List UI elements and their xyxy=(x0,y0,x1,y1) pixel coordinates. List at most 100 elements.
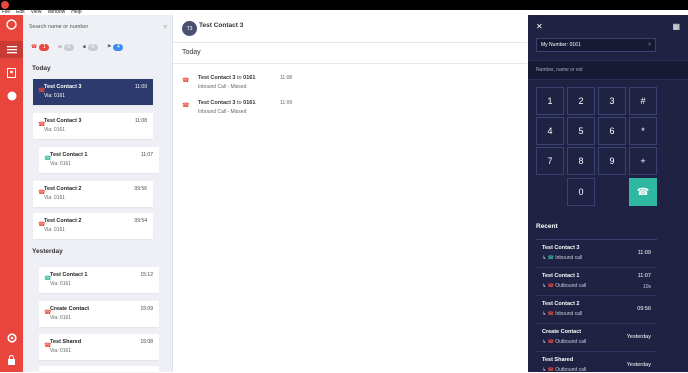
contact-name: Test Contact 3 xyxy=(44,118,82,124)
key-0[interactable]: 0 xyxy=(567,178,595,206)
chat-icon: ■ xyxy=(82,44,86,50)
inbound-call-icon: ☎ xyxy=(547,255,554,261)
list-item[interactable]: ☎ Test Contact 2 Via: 0161 09:54 xyxy=(33,213,153,239)
voicemail-filter[interactable]: ∞ 0 xyxy=(58,43,74,51)
call-button[interactable]: ☎ xyxy=(629,178,657,206)
missed-count: 1 xyxy=(39,43,50,51)
section-today: Today xyxy=(182,49,201,56)
key-6[interactable]: 6 xyxy=(598,117,626,145)
list-item[interactable]: ☎ Test Contact 2 Via: 0161 09:56 xyxy=(33,181,153,207)
section-yesterday: Yesterday xyxy=(32,248,63,255)
key-hash[interactable]: # xyxy=(629,87,657,115)
history-icon[interactable] xyxy=(0,41,23,58)
dialer-panel: ✕ ▦ My Number: 0161 ˅ Number, name or ex… xyxy=(528,15,688,373)
key-9[interactable]: 9 xyxy=(598,147,626,175)
outbound-call-icon: ☎ xyxy=(547,367,554,373)
contact-name: Test Contact 1 xyxy=(50,152,88,158)
chat-filter[interactable]: ■ 0 xyxy=(82,43,98,51)
event-line: Test Contact 3 to 0161 xyxy=(198,100,256,106)
call-history-panel: Search name or number ▿ ☎ 1 ∞ 0 ■ 0 ⚑ 4 … xyxy=(23,15,173,372)
recent-type: ↳ ☎ Inbound call xyxy=(542,311,583,317)
key-1[interactable]: 1 xyxy=(536,87,564,115)
app-home-icon[interactable] xyxy=(6,19,17,30)
event-time: 11:09 xyxy=(280,100,293,106)
phone-icon: ☎ xyxy=(636,186,650,198)
recent-type: ↳ ☎ Outbound call xyxy=(542,283,587,289)
search-input[interactable]: Search name or number xyxy=(29,24,88,30)
list-item[interactable]: ☎ Test Contact 1 Via: 0161 15:12 xyxy=(39,267,159,293)
key-2[interactable]: 2 xyxy=(567,87,595,115)
via-number: Via: 0161 xyxy=(44,93,66,99)
key-plus[interactable]: + xyxy=(629,147,657,175)
key-7[interactable]: 7 xyxy=(536,147,564,175)
recent-row[interactable]: Test Contact 2 ↳ ☎ Inbound call 09:56 xyxy=(536,296,657,324)
list-item[interactable]: ☎ Test Contact 1 Via: 0161 11:07 xyxy=(39,147,159,173)
lock-icon[interactable] xyxy=(6,354,17,365)
contact-name: Test Contact 1 xyxy=(50,272,88,278)
chat-icon[interactable] xyxy=(6,90,17,101)
recent-name: Test Contact 3 xyxy=(542,245,580,251)
section-today: Today xyxy=(32,65,51,72)
call-time: 11:07 xyxy=(140,152,153,158)
call-time: 11:08 xyxy=(134,118,147,124)
missed-filter[interactable]: ☎ 1 xyxy=(31,43,50,51)
key-star[interactable]: * xyxy=(629,117,657,145)
key-3[interactable]: 3 xyxy=(598,87,626,115)
list-item[interactable]: ☎ Create Contact Via: 0161 15:09 xyxy=(39,301,159,327)
conversation-panel: T3 Test Contact 3 Today ☎ Test Contact 3… xyxy=(173,15,527,372)
dialer-header: ✕ ▦ xyxy=(528,15,688,39)
voicemail-icon: ∞ xyxy=(58,44,62,50)
divider xyxy=(173,63,527,64)
via-number: Via: 0161 xyxy=(44,127,66,133)
recent-heading: Recent xyxy=(536,223,558,230)
via-number: Via: 0161 xyxy=(50,348,72,354)
list-item[interactable]: ☎ Test Shared Via: 0161 15:08 xyxy=(39,334,159,360)
via-number: Via: 0161 xyxy=(50,315,72,321)
missed-call-icon: ☎ xyxy=(182,78,190,84)
contacts-icon[interactable] xyxy=(6,67,17,78)
flag-icon: ⚑ xyxy=(106,44,112,50)
list-item[interactable] xyxy=(39,366,159,372)
my-number-select[interactable]: My Number: 0161 ˅ xyxy=(536,38,656,52)
list-item[interactable]: ☎ Test Contact 3 Via: 0161 11:08 xyxy=(33,113,153,139)
my-number-label: My Number: 0161 xyxy=(541,42,581,48)
key-4[interactable]: 4 xyxy=(536,117,564,145)
recent-time: 11:07 xyxy=(637,273,651,279)
recent-row[interactable]: Test Contact 3 ↳ ☎ Inbound call 11:09 xyxy=(536,240,657,268)
list-item[interactable]: ☎ Test Contact 3 Via: 0161 11:09 xyxy=(33,79,153,105)
contact-name: Test Contact 3 xyxy=(44,84,82,90)
recent-row[interactable]: Test Contact 1 ↳ ☎ Outbound call 11:07 1… xyxy=(536,268,657,296)
recent-name: Create Contact xyxy=(542,329,582,335)
key-5[interactable]: 5 xyxy=(567,117,595,145)
recent-type: ↳ ☎ Outbound call xyxy=(542,367,587,373)
call-time: 11:09 xyxy=(134,84,147,90)
flag-filter[interactable]: ⚑ 4 xyxy=(106,43,124,51)
conversation-header: T3 Test Contact 3 xyxy=(173,15,527,43)
keypad-grid-icon[interactable]: ▦ xyxy=(672,22,680,31)
page-title: Test Contact 3 xyxy=(199,22,244,29)
missed-call-icon: ☎ xyxy=(182,103,190,109)
outbound-call-icon: ☎ xyxy=(547,283,554,289)
recent-row[interactable]: Create Contact ↳ ☎ Outbound call Yesterd… xyxy=(536,324,657,352)
filter-chips: ☎ 1 ∞ 0 ■ 0 ⚑ 4 xyxy=(31,42,124,52)
close-icon[interactable]: ✕ xyxy=(536,22,543,31)
recent-time: Yesterday xyxy=(626,334,651,340)
number-input[interactable]: Number, name or ext xyxy=(528,60,688,80)
missed-icon: ☎ xyxy=(31,44,38,50)
contact-name: Test Contact 2 xyxy=(44,186,82,192)
flag-count: 4 xyxy=(113,43,124,51)
filter-icon[interactable]: ▿ xyxy=(163,23,167,31)
avatar: T3 xyxy=(182,21,197,36)
via-number: Via: 0161 xyxy=(44,195,66,201)
event-type: Inbound Call - Missed xyxy=(198,109,247,115)
key-8[interactable]: 8 xyxy=(567,147,595,175)
recent-row[interactable]: Test Shared ↳ ☎ Outbound call Yesterday xyxy=(536,352,657,373)
recent-type: ↳ ☎ Inbound call xyxy=(542,255,583,261)
settings-icon[interactable] xyxy=(6,332,17,343)
recent-duration: 10s xyxy=(642,284,651,290)
title-bar xyxy=(0,0,688,10)
event-time: 11:08 xyxy=(280,75,293,81)
call-event: ☎ Test Contact 3 to 0161 Inbound Call - … xyxy=(182,98,502,118)
search-bar[interactable]: Search name or number ▿ xyxy=(29,19,167,35)
recent-name: Test Contact 2 xyxy=(542,301,580,307)
